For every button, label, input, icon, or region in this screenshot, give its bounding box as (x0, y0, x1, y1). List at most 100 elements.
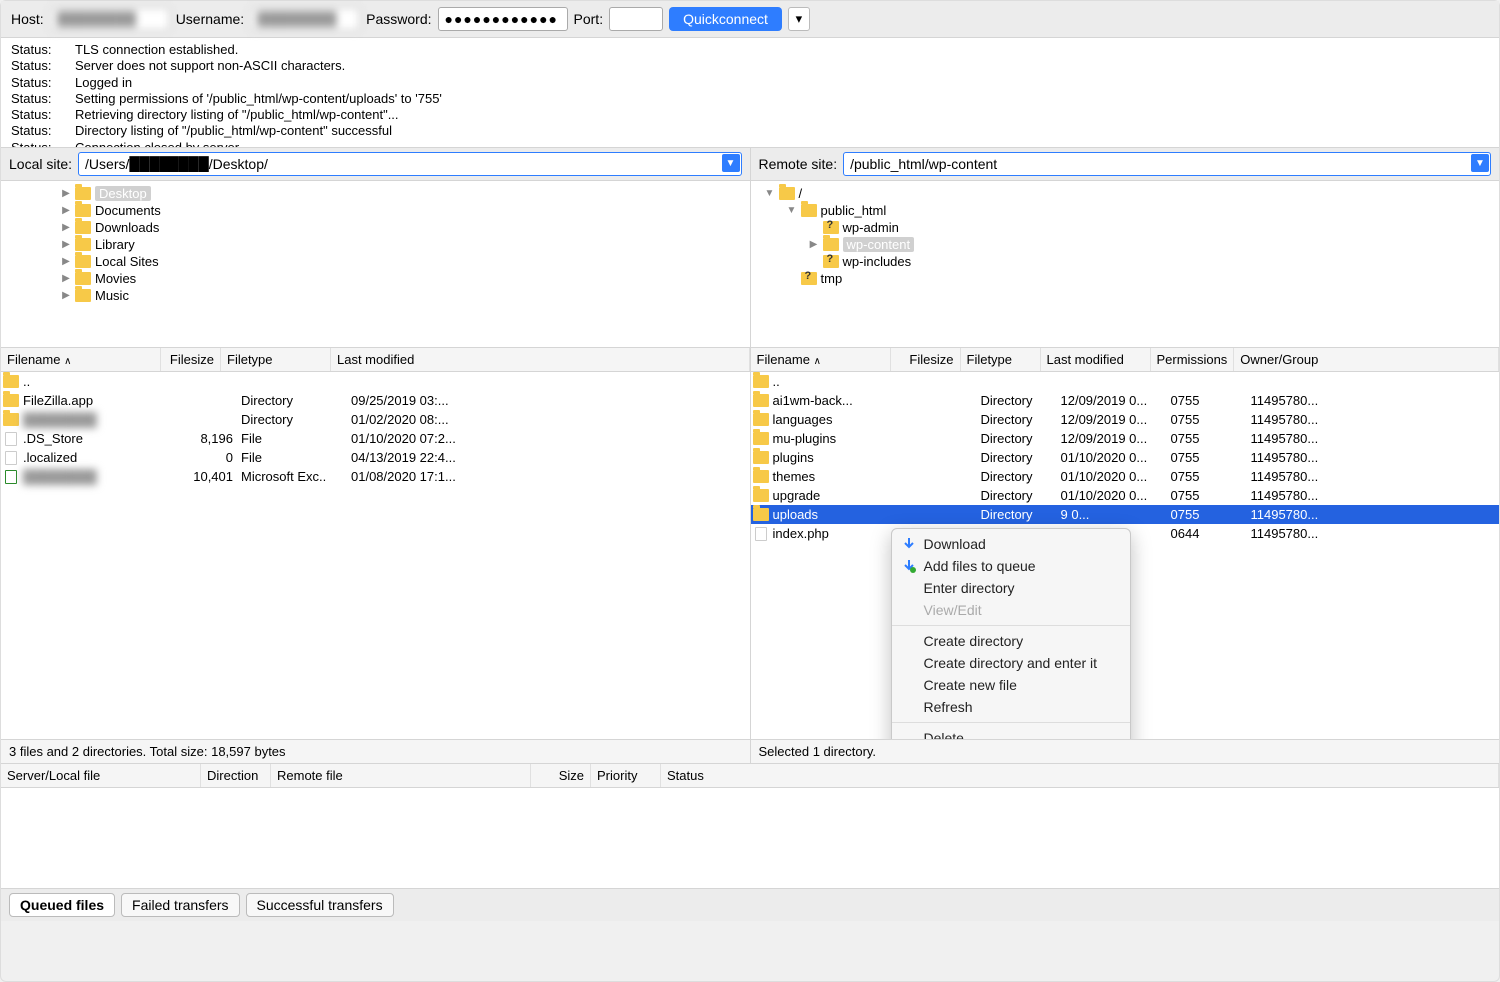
table-row[interactable]: mu-pluginsDirectory12/09/2019 0...075511… (751, 429, 1500, 448)
table-row[interactable]: languagesDirectory12/09/2019 0...0755114… (751, 410, 1500, 429)
chevron-down-icon[interactable]: ▼ (1471, 154, 1489, 172)
ctx-delete[interactable]: Delete (892, 727, 1130, 739)
table-row[interactable]: ai1wm-back...Directory12/09/2019 0...075… (751, 391, 1500, 410)
tree-item[interactable]: wp-admin (751, 219, 1500, 236)
sort-asc-icon: ∧ (64, 356, 71, 367)
site-trees: Local site: ▼ ▶Desktop▶Documents▶Downloa… (1, 148, 1499, 348)
tab-queued-files[interactable]: Queued files (9, 893, 115, 917)
ctx-newfile[interactable]: Create new file (892, 674, 1130, 696)
tree-item[interactable]: ▶Downloads (1, 219, 750, 236)
queue-col[interactable]: Direction (201, 764, 271, 787)
queue-col[interactable]: Server/Local file (1, 764, 201, 787)
table-row[interactable]: upgradeDirectory01/10/2020 0...075511495… (751, 486, 1500, 505)
folder-icon (753, 451, 769, 464)
quickconnect-button[interactable]: Quickconnect (669, 7, 782, 31)
tree-item[interactable]: ▼/ (751, 185, 1500, 202)
folder-icon (75, 187, 91, 200)
password-label: Password: (366, 11, 431, 27)
tree-item[interactable]: ▶Music (1, 287, 750, 304)
folder-icon (801, 204, 817, 217)
folder-icon (753, 413, 769, 426)
sort-asc-icon: ∧ (814, 356, 821, 367)
table-row[interactable]: .. (1, 372, 750, 391)
download-icon (902, 537, 916, 551)
local-file-header[interactable]: Filename ∧ Filesize Filetype Last modifi… (1, 348, 750, 372)
ctx-refresh[interactable]: Refresh (892, 696, 1130, 718)
port-input[interactable] (609, 7, 663, 31)
folder-icon (823, 221, 839, 234)
queue-col[interactable]: Size (531, 764, 591, 787)
table-row[interactable]: .localized0File04/13/2019 22:4... (1, 448, 750, 467)
tree-item[interactable]: ▼public_html (751, 202, 1500, 219)
folder-icon (75, 289, 91, 302)
file-icon (5, 451, 17, 465)
tree-item[interactable]: ▶Library (1, 236, 750, 253)
table-row[interactable]: pluginsDirectory01/10/2020 0...075511495… (751, 448, 1500, 467)
tree-item[interactable]: ▶wp-content (751, 236, 1500, 253)
table-row[interactable]: uploadsDirectory9 0...075511495780... (751, 505, 1500, 524)
log-row: Status:Server does not support non-ASCII… (11, 58, 1489, 74)
remote-tree[interactable]: ▼/▼public_htmlwp-admin▶wp-contentwp-incl… (751, 181, 1500, 347)
host-label: Host: (11, 11, 44, 27)
remote-path-input[interactable] (843, 152, 1491, 176)
ctx-addqueue[interactable]: Add files to queue (892, 555, 1130, 577)
log-row: Status:Connection closed by server (11, 140, 1489, 149)
queue-col[interactable]: Remote file (271, 764, 531, 787)
folder-icon (823, 255, 839, 268)
folder-icon (75, 272, 91, 285)
log-row: Status:Directory listing of "/public_htm… (11, 123, 1489, 139)
bottom-tabs: Queued files Failed transfers Successful… (1, 888, 1499, 921)
log-row: Status:TLS connection established. (11, 42, 1489, 58)
local-tree-panel: Local site: ▼ ▶Desktop▶Documents▶Downloa… (1, 148, 751, 347)
tree-item[interactable]: wp-includes (751, 253, 1500, 270)
table-row[interactable]: .DS_Store8,196File01/10/2020 07:2... (1, 429, 750, 448)
table-row[interactable]: ████████10,401Microsoft Exc..01/08/2020 … (1, 467, 750, 486)
queue-col[interactable]: Priority (591, 764, 661, 787)
folder-icon (779, 187, 795, 200)
local-file-panel: Filename ∧ Filesize Filetype Last modifi… (1, 348, 751, 763)
tree-item[interactable]: ▶Desktop (1, 185, 750, 202)
ctx-view[interactable]: View/Edit (892, 599, 1130, 621)
file-panels: Filename ∧ Filesize Filetype Last modifi… (1, 348, 1499, 763)
username-input[interactable] (250, 7, 360, 31)
local-file-list[interactable]: ..FileZilla.appDirectory09/25/2019 03:..… (1, 372, 750, 739)
log-row: Status:Retrieving directory listing of "… (11, 107, 1489, 123)
local-tree[interactable]: ▶Desktop▶Documents▶Downloads▶Library▶Loc… (1, 181, 750, 347)
folder-icon (75, 204, 91, 217)
file-icon (755, 527, 767, 541)
remote-file-header[interactable]: Filename ∧ Filesize Filetype Last modifi… (751, 348, 1500, 372)
folder-icon (801, 272, 817, 285)
file-icon (5, 432, 17, 446)
tree-item[interactable]: ▶Local Sites (1, 253, 750, 270)
ctx-download[interactable]: Download (892, 533, 1130, 555)
password-input[interactable] (438, 7, 568, 31)
context-menu: DownloadAdd files to queueEnter director… (891, 528, 1131, 739)
local-path-input[interactable] (78, 152, 741, 176)
folder-icon (823, 238, 839, 251)
queue-header[interactable]: Server/Local fileDirectionRemote fileSiz… (1, 763, 1499, 788)
quickconnect-history-dropdown[interactable]: ▾ (788, 7, 810, 31)
remote-file-list[interactable]: ..ai1wm-back...Directory12/09/2019 0...0… (751, 372, 1500, 739)
queue-col[interactable]: Status (661, 764, 1499, 787)
table-row[interactable]: ████████Directory01/02/2020 08:... (1, 410, 750, 429)
tree-item[interactable]: ▶Movies (1, 270, 750, 287)
chevron-down-icon[interactable]: ▼ (722, 154, 740, 172)
ctx-mkdir[interactable]: Create directory (892, 630, 1130, 652)
folder-icon (753, 432, 769, 445)
ctx-enter[interactable]: Enter directory (892, 577, 1130, 599)
ctx-mkdirenter[interactable]: Create directory and enter it (892, 652, 1130, 674)
folder-icon (753, 470, 769, 483)
host-input[interactable] (50, 7, 170, 31)
tree-item[interactable]: tmp (751, 270, 1500, 287)
folder-icon (75, 238, 91, 251)
table-row[interactable]: FileZilla.appDirectory09/25/2019 03:... (1, 391, 750, 410)
table-row[interactable]: .. (751, 372, 1500, 391)
queue-body (1, 788, 1499, 888)
tree-item[interactable]: ▶Documents (1, 202, 750, 219)
tab-failed-transfers[interactable]: Failed transfers (121, 893, 239, 917)
folder-icon (753, 375, 769, 388)
table-row[interactable]: themesDirectory01/10/2020 0...0755114957… (751, 467, 1500, 486)
port-label: Port: (574, 11, 604, 27)
excel-icon (5, 470, 17, 484)
tab-successful-transfers[interactable]: Successful transfers (246, 893, 394, 917)
